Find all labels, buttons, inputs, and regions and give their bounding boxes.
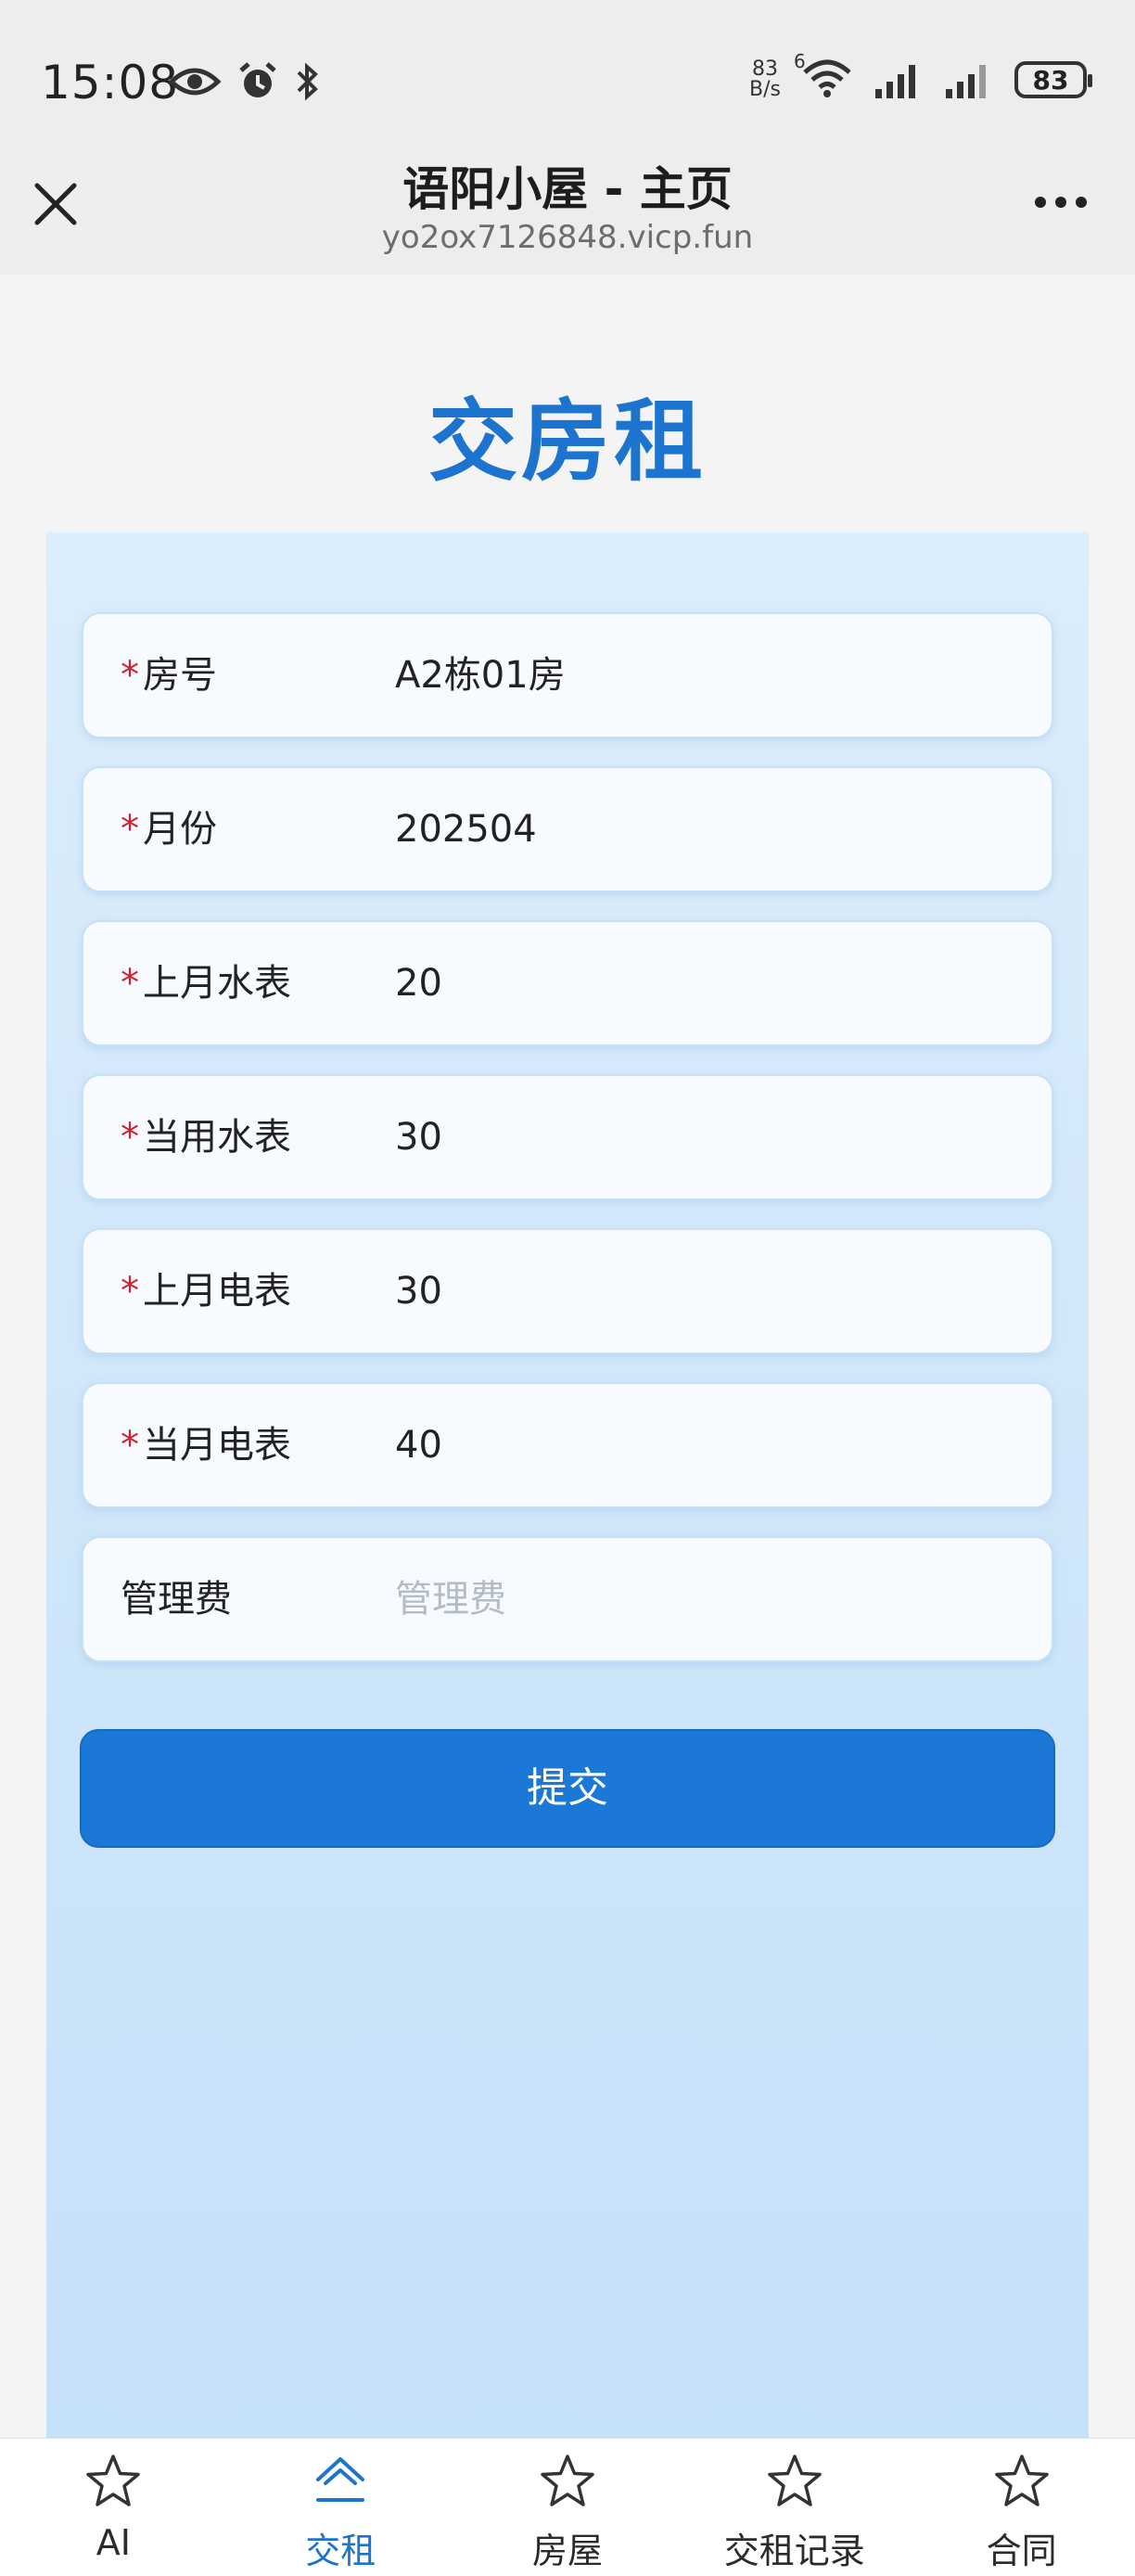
field-label-text: 当月电表 (143, 1424, 291, 1467)
status-time: 15:08 (41, 56, 180, 109)
nav-item-ai[interactable]: AI (0, 2439, 227, 2576)
more-menu-button[interactable] (1024, 174, 1098, 230)
page-header-title: 语阳小屋 - 主页 (402, 162, 733, 216)
field-label-text: 当用水表 (143, 1116, 291, 1159)
bottom-nav: AI 交租 房屋 交租记录 合同 (0, 2438, 1135, 2576)
field-label-text: 上月电表 (143, 1270, 291, 1313)
eye-icon (169, 68, 221, 96)
star-icon (994, 2454, 1049, 2506)
field-label: * 当用水表 (121, 1076, 291, 1198)
field-label: * 上月水表 (121, 922, 291, 1044)
field-label: * 月份 (121, 768, 217, 891)
submit-button[interactable]: 提交 (80, 1729, 1055, 1848)
nav-item-rent-records[interactable]: 交租记录 (681, 2439, 908, 2576)
nav-item-pay-rent[interactable]: 交租 (227, 2439, 454, 2576)
wifi-icon (803, 59, 851, 97)
current-water-field[interactable]: * 当用水表 (82, 1074, 1053, 1200)
bluetooth-icon (297, 62, 318, 101)
field-label-text: 上月水表 (143, 962, 291, 1005)
required-marker: * (121, 962, 139, 1005)
field-label: 管理费 (121, 1538, 232, 1660)
status-right: 83 B/s 6 83 (749, 50, 1092, 102)
home-icon (316, 2457, 365, 2502)
wifi-badge: 6 (794, 50, 806, 72)
required-marker: * (121, 808, 139, 851)
required-marker: * (121, 1424, 139, 1467)
battery-indicator: 83 (1014, 61, 1092, 98)
wifi-status: 6 (794, 50, 853, 102)
nav-label: 交租 (305, 2531, 376, 2571)
page-title: 交房租 (428, 390, 707, 493)
management-fee-field[interactable]: 管理费 (82, 1536, 1053, 1662)
last-month-electric-field[interactable]: * 上月电表 (82, 1228, 1053, 1354)
nav-label: 房屋 (531, 2531, 603, 2571)
status-left-icons (169, 61, 321, 102)
signal-icon (875, 65, 915, 98)
rent-form-panel: *房号 *月份 *上月水表 *当用水表 *上月电表 *当月电表 (46, 532, 1089, 2438)
room-number-input[interactable] (395, 614, 1007, 737)
signal-icon-2 (946, 65, 986, 98)
field-label: * 上月电表 (121, 1230, 291, 1352)
room-number-field[interactable]: * 房号 (82, 612, 1053, 738)
last-month-water-input[interactable] (395, 922, 1007, 1044)
field-label-text: 房号 (143, 654, 217, 697)
nav-item-houses[interactable]: 房屋 (454, 2439, 682, 2576)
field-label-text: 管理费 (121, 1578, 232, 1621)
field-label-text: 月份 (143, 808, 217, 851)
month-field[interactable]: * 月份 (82, 766, 1053, 892)
page-url: yo2ox7126848.vicp.fun (381, 219, 754, 256)
star-icon (541, 2454, 594, 2506)
status-bar: 15:08 83 B/s 6 83 (0, 0, 1135, 137)
last-month-electric-input[interactable] (395, 1230, 1007, 1352)
star-icon (768, 2454, 822, 2506)
nav-label: AI (96, 2522, 131, 2563)
required-marker: * (121, 1270, 139, 1313)
management-fee-input[interactable] (395, 1538, 1007, 1660)
current-electric-input[interactable] (395, 1384, 1007, 1506)
net-speed-unit: B/s (749, 78, 781, 101)
browser-header: 语阳小屋 - 主页 yo2ox7126848.vicp.fun (0, 137, 1135, 275)
net-speed: 83 B/s (749, 59, 781, 100)
more-icon (1035, 197, 1087, 208)
nav-item-contracts[interactable]: 合同 (908, 2439, 1135, 2576)
field-label: * 当月电表 (121, 1384, 291, 1506)
nav-label: 合同 (986, 2531, 1057, 2571)
required-marker: * (121, 654, 139, 697)
field-label: * 房号 (121, 614, 217, 737)
current-water-input[interactable] (395, 1076, 1007, 1198)
current-electric-field[interactable]: * 当月电表 (82, 1382, 1053, 1508)
alarm-icon (239, 62, 276, 97)
month-input[interactable] (395, 768, 1007, 891)
nav-label: 交租记录 (723, 2531, 865, 2571)
required-marker: * (121, 1116, 139, 1159)
star-icon (86, 2454, 141, 2506)
last-month-water-field[interactable]: * 上月水表 (82, 920, 1053, 1046)
net-speed-value: 83 (752, 58, 779, 81)
